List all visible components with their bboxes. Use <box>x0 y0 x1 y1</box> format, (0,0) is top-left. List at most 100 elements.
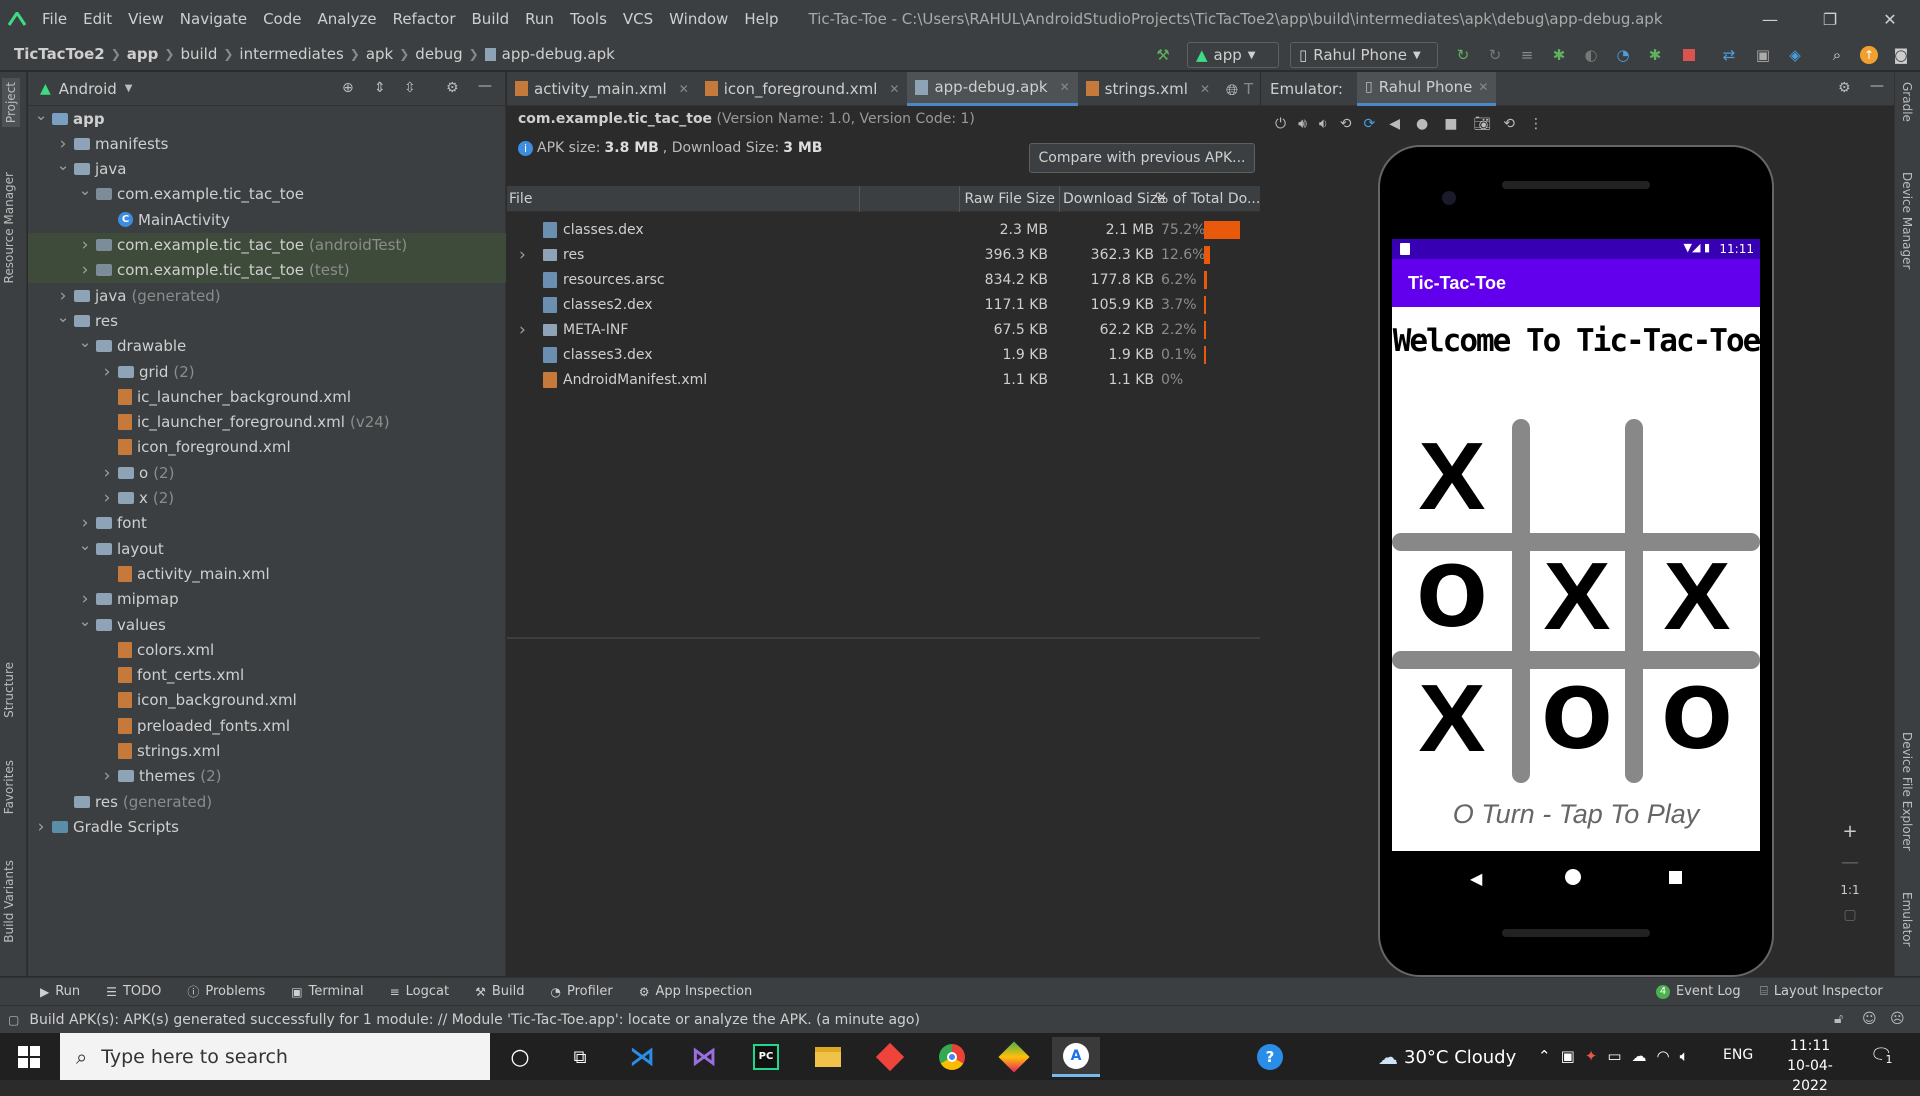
tree-item[interactable]: activity_main.xml <box>28 561 506 586</box>
tree-item[interactable]: › font <box>28 511 506 536</box>
coverage-icon[interactable]: ≡ <box>1518 46 1536 64</box>
device-file-explorer-tool-tab[interactable]: Device File Explorer <box>1900 732 1914 851</box>
chevron-right-icon[interactable]: › <box>78 260 92 280</box>
task-view-icon[interactable]: ⧉ <box>556 1037 604 1077</box>
notification-center-icon[interactable]: 🗨︎ 1 <box>1870 1045 1896 1066</box>
menu-navigate[interactable]: Navigate <box>172 0 255 38</box>
table-row[interactable]: › res 396.3 KB 362.3 KB 12.6% <box>507 242 1260 267</box>
chevron-down-icon[interactable]: ⌄ <box>34 106 48 124</box>
tree-item[interactable]: res (generated) <box>28 789 506 814</box>
bottom-tab-run[interactable]: ▶ Run <box>40 984 80 999</box>
tree-item[interactable]: strings.xml <box>28 739 506 764</box>
tree-item[interactable]: ⌄ layout <box>28 536 506 561</box>
tray-dropbox-icon[interactable]: ✦ <box>1585 1047 1598 1065</box>
menu-help[interactable]: Help <box>736 0 786 38</box>
tree-item[interactable]: › grid (2) <box>28 359 506 384</box>
tree-item[interactable]: › com.example.tic_tac_toe (test) <box>28 257 506 283</box>
chrome-icon[interactable] <box>928 1037 976 1077</box>
help-icon[interactable]: ? <box>1246 1037 1294 1077</box>
snapshot-icon[interactable]: ⟲ <box>1503 116 1515 132</box>
taskbar-search[interactable]: ⌕ Type here to search <box>60 1033 490 1080</box>
tray-device-icon[interactable]: ▣ <box>1561 1047 1575 1065</box>
expand-all-icon[interactable]: ⇕ <box>374 80 386 96</box>
hide-panel-icon[interactable]: — <box>1870 78 1884 94</box>
board-cell[interactable]: X <box>1652 549 1742 645</box>
chevron-right-icon[interactable]: › <box>100 488 114 508</box>
debug-icon[interactable]: ✱ <box>1550 46 1568 64</box>
gear-icon[interactable]: ⚙ <box>446 80 459 96</box>
menu-build[interactable]: Build <box>464 0 518 38</box>
chevron-right-icon[interactable]: › <box>56 134 70 154</box>
table-row[interactable]: resources.arsc 834.2 KB 177.8 KB 6.2% <box>507 267 1260 292</box>
git-kraken-icon[interactable] <box>990 1037 1038 1077</box>
bottom-tab-terminal[interactable]: ▣ Terminal <box>291 984 363 999</box>
run-config-select[interactable]: ▲ app ▼ <box>1187 42 1279 68</box>
breadcrumb-item[interactable]: debug <box>409 45 468 63</box>
table-row[interactable]: classes3.dex 1.9 KB 1.9 KB 0.1% <box>507 342 1260 367</box>
tree-item[interactable]: › themes (2) <box>28 764 506 789</box>
search-icon[interactable]: ⌕ <box>1828 46 1846 64</box>
tree-item[interactable]: icon_background.xml <box>28 688 506 713</box>
android-home-button[interactable] <box>1565 869 1581 885</box>
hide-panel-icon[interactable]: — <box>478 78 492 94</box>
locate-icon[interactable]: ⊕ <box>342 80 354 96</box>
chevron-right-icon[interactable]: › <box>519 320 526 340</box>
chevron-right-icon[interactable]: › <box>100 463 114 483</box>
sdk-manager-icon[interactable]: ◈ <box>1786 46 1804 64</box>
tree-item[interactable]: › o (2) <box>28 460 506 485</box>
editor-tab[interactable]: activity_main.xml ✕ <box>507 72 697 106</box>
build-hammer-icon[interactable]: ⚒ <box>1154 46 1172 64</box>
visual-studio-icon[interactable]: ⋈ <box>680 1037 728 1077</box>
android-back-button[interactable]: ◀ <box>1470 869 1482 888</box>
structure-tool-tab[interactable]: Structure <box>2 662 16 718</box>
profile-icon[interactable]: ◔ <box>1614 46 1632 64</box>
menu-run[interactable]: Run <box>517 0 562 38</box>
tree-item[interactable]: ⌄ app <box>28 106 506 131</box>
device-manager-icon[interactable]: ▣ <box>1754 46 1772 64</box>
lock-icon[interactable]: 🔓︎ <box>1834 1011 1843 1027</box>
editor-tab[interactable]: icon_foreground.xml ✕ <box>697 72 908 106</box>
layout-inspector-tab[interactable]: ⌸ Layout Inspector <box>1760 984 1883 999</box>
anydesk-icon[interactable] <box>866 1037 914 1077</box>
chevron-down-icon[interactable]: ⌄ <box>78 536 92 554</box>
chevron-down-icon[interactable]: ⌄ <box>78 333 92 351</box>
breadcrumb-item[interactable]: app <box>121 45 165 63</box>
tree-item[interactable]: colors.xml <box>28 637 506 662</box>
collapse-all-icon[interactable]: ⇳ <box>404 80 416 96</box>
board-cell[interactable]: O <box>1532 671 1622 767</box>
menu-code[interactable]: Code <box>255 0 309 38</box>
project-tool-tab[interactable]: Project <box>2 78 20 128</box>
menu-tools[interactable]: Tools <box>562 0 615 38</box>
attach-process-icon[interactable]: ✱ <box>1646 46 1664 64</box>
chevron-down-icon[interactable]: ⌄ <box>78 612 92 630</box>
status-message[interactable]: Build APK(s): APK(s) generated successfu… <box>29 1012 920 1028</box>
tree-item[interactable]: ⌄ com.example.tic_tac_toe <box>28 181 506 207</box>
favorites-tool-tab[interactable]: Favorites <box>2 760 16 814</box>
tray-network-icon[interactable]: ▭ <box>1607 1047 1621 1065</box>
emulator-device-tab[interactable]: ▯ Rahul Phone ✕ <box>1356 71 1497 106</box>
column-raw-size[interactable]: Raw File Size <box>959 191 1055 207</box>
android-studio-taskbar-icon[interactable]: A <box>1052 1037 1100 1077</box>
zoom-in-icon[interactable]: + <box>1842 821 1857 842</box>
bottom-tab-problems[interactable]: ⓘ Problems <box>187 983 265 1000</box>
home-icon[interactable]: ● <box>1416 116 1428 132</box>
tree-item[interactable]: font_certs.xml <box>28 663 506 688</box>
feedback-icon[interactable]: ☺ <box>1862 1011 1877 1027</box>
chevron-down-icon[interactable]: ⌄ <box>56 308 70 326</box>
feedback-sad-icon[interactable]: ☹ <box>1890 1011 1905 1027</box>
bottom-tab-todo[interactable]: ☰ TODO <box>106 984 161 999</box>
minimize-button[interactable]: — <box>1740 0 1800 38</box>
windows-start-icon[interactable] <box>18 1046 40 1068</box>
apply-changes-icon[interactable]: ↻ <box>1454 46 1472 64</box>
tree-item[interactable]: › Gradle Scripts <box>28 814 506 839</box>
bottom-tab-logcat[interactable]: ≡ Logcat <box>390 984 450 999</box>
breadcrumb-item[interactable]: apk <box>360 45 399 63</box>
volume-up-icon[interactable]: 🔊︎ <box>1298 116 1307 132</box>
resource-manager-tool-tab[interactable]: Resource Manager <box>2 172 16 283</box>
tree-item[interactable]: ⌄ java <box>28 156 506 182</box>
tray-chevron-icon[interactable]: ⌃ <box>1538 1047 1551 1065</box>
file-explorer-icon[interactable] <box>804 1037 852 1077</box>
tray-volume-icon[interactable]: 🔈︎ <box>1680 1047 1689 1065</box>
table-row[interactable]: classes.dex 2.3 MB 2.1 MB 75.2% <box>507 217 1260 242</box>
chevron-right-icon[interactable]: › <box>34 817 48 837</box>
